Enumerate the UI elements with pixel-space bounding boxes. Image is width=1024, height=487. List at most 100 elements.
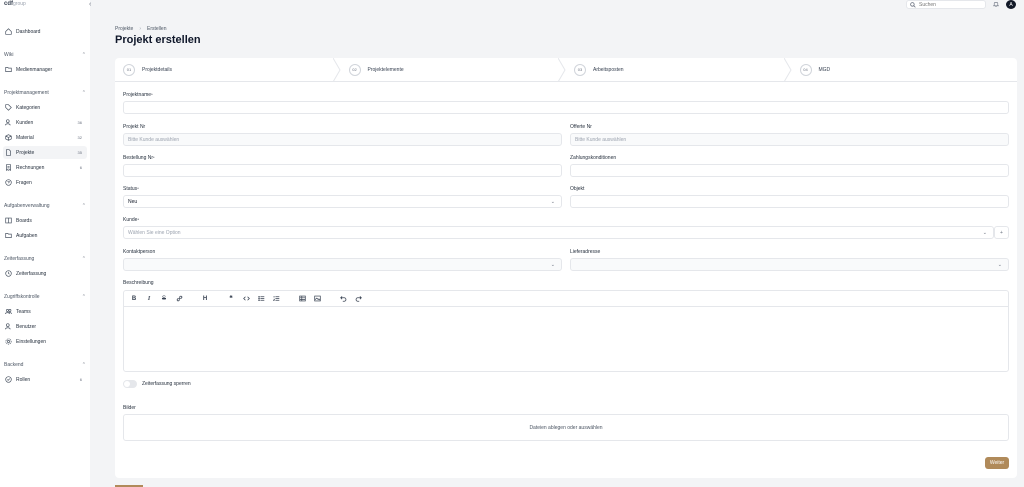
count-badge: 6 — [79, 165, 82, 170]
bell-icon[interactable] — [992, 0, 1000, 8]
zahlungskonditionen-field[interactable] — [570, 164, 1009, 177]
section-projektmanagement[interactable]: Projektmanagement ⌃ — [4, 89, 86, 97]
projektname-field[interactable] — [123, 101, 1009, 114]
kunde-label: Kunde* — [123, 217, 140, 223]
lieferadresse-label: Lieferadresse — [570, 249, 601, 255]
zahlungskonditionen-label: Zahlungskonditionen — [570, 155, 617, 161]
sidebar-item-rechnungen[interactable]: Rechnungen 6 — [3, 161, 87, 174]
quote-icon[interactable]: ❝ — [227, 295, 235, 303]
search-icon — [910, 1, 916, 8]
chevron-down-icon: ⌄ — [550, 199, 555, 205]
form-card: 01 Projektdetails 02 Projektelemente 03 … — [115, 58, 1017, 478]
next-button[interactable]: Weiter — [985, 457, 1009, 469]
sidebar-item-label: Teams — [16, 308, 31, 315]
step-divider-icon — [558, 58, 566, 82]
table-icon[interactable] — [298, 295, 306, 303]
image-icon[interactable] — [313, 295, 321, 303]
code-icon[interactable] — [242, 295, 250, 303]
chevron-up-icon: ⌃ — [81, 203, 86, 209]
section-aufgabenverwaltung[interactable]: Aufgabenverwaltung ⌃ — [4, 202, 86, 210]
sidebar-item-kategorien[interactable]: Kategorien — [3, 101, 87, 114]
sidebar-item-kunden[interactable]: Kunden 36 — [3, 116, 87, 129]
question-icon — [4, 178, 13, 187]
redo-icon[interactable] — [354, 295, 362, 303]
search-box[interactable] — [906, 0, 986, 9]
sidebar-item-rollen[interactable]: Rollen 6 — [3, 373, 87, 386]
kunde-select[interactable]: Wählen Sie eine Option ⌄ — [123, 226, 994, 239]
offerte-nr-field[interactable]: Bitte Kunde auswählen — [570, 133, 1009, 146]
board-icon — [4, 216, 13, 225]
chevron-up-icon: ⌃ — [81, 294, 86, 300]
sidebar-item-label: Einstellungen — [16, 338, 47, 345]
sidebar-item-projekte[interactable]: Projekte 35 — [3, 146, 87, 159]
heading-icon[interactable]: H — [201, 295, 209, 303]
sidebar-item-label: Material — [16, 134, 34, 141]
chevron-down-icon: ⌄ — [550, 262, 555, 268]
stepper: 01 Projektdetails 02 Projektelemente 03 … — [115, 58, 1017, 82]
sidebar-item-label: Boards — [16, 217, 32, 224]
undo-icon[interactable] — [339, 295, 347, 303]
sidebar-item-label: Medienmanager — [16, 66, 53, 73]
sidebar-item-material[interactable]: Material 32 — [3, 131, 87, 144]
plus-icon: + — [1000, 229, 1003, 236]
document-icon — [4, 148, 13, 157]
sidebar-item-teams[interactable]: Teams — [3, 305, 87, 318]
sidebar-item-label: Rollen — [16, 376, 31, 383]
bold-icon[interactable]: B — [130, 295, 138, 303]
cube-icon — [4, 133, 13, 142]
home-icon — [4, 27, 13, 36]
projekt-nr-label: Projekt Nr — [123, 124, 146, 130]
step-label: Projektdetails — [142, 66, 173, 73]
sidebar-item-dashboard[interactable]: Dashboard — [3, 25, 87, 38]
folder-icon — [4, 65, 13, 74]
sidebar-item-zeiterfassung[interactable]: Zeiterfassung — [3, 267, 87, 280]
beschreibung-editor[interactable] — [123, 306, 1009, 372]
breadcrumb-link-projekte[interactable]: Projekte — [115, 26, 133, 32]
step-label: MGD — [818, 66, 831, 73]
step-number: 01 — [123, 63, 135, 76]
step-4[interactable]: 04 MGD — [792, 58, 1018, 81]
zeiterfassung-sperren-toggle[interactable] — [123, 380, 137, 388]
search-input[interactable] — [919, 1, 979, 8]
strikethrough-icon[interactable]: S — [160, 295, 168, 303]
step-number: 04 — [799, 63, 812, 76]
section-backend[interactable]: Backend ⌃ — [4, 361, 86, 369]
beschreibung-label: Beschreibung — [123, 280, 154, 286]
sidebar-item-einstellungen[interactable]: Einstellungen — [3, 335, 87, 348]
lieferadresse-select[interactable]: ⌄ — [570, 258, 1009, 271]
sidebar-item-aufgaben[interactable]: Aufgaben — [3, 229, 87, 242]
chevron-up-icon: ⌃ — [81, 362, 86, 368]
section-zeiterfassung[interactable]: Zeiterfassung ⌃ — [4, 255, 86, 263]
italic-icon[interactable]: I — [145, 295, 153, 303]
file-dropzone[interactable]: Dateien ablegen oder auswählen — [123, 414, 1009, 441]
projekt-nr-field[interactable]: Bitte Kunde auswählen — [123, 133, 562, 146]
bullet-list-icon[interactable] — [257, 295, 265, 303]
chevron-up-icon: ⌃ — [81, 256, 86, 262]
objekt-field[interactable] — [570, 195, 1009, 208]
sidebar-item-medienmanager[interactable]: Medienmanager — [3, 63, 87, 76]
sidebar-item-fragen[interactable]: Fragen — [3, 176, 87, 189]
step-number: 03 — [574, 63, 586, 76]
count-badge: 32 — [77, 135, 82, 140]
link-icon[interactable] — [175, 295, 183, 303]
step-1[interactable]: 01 Projektdetails — [115, 58, 341, 82]
bestellung-nr-field[interactable] — [123, 164, 562, 177]
logo[interactable]: cdfgroup — [4, 1, 26, 7]
sidebar-item-benutzer[interactable]: Benutzer — [3, 320, 87, 333]
step-2[interactable]: 02 Projektelemente — [341, 58, 567, 82]
collapse-sidebar-icon[interactable]: ‹ — [89, 1, 91, 8]
step-3[interactable]: 03 Arbeitsposten — [566, 58, 792, 82]
section-zugriffskontrolle[interactable]: Zugriffskontrolle ⌃ — [4, 293, 86, 301]
sidebar-item-boards[interactable]: Boards — [3, 214, 87, 227]
status-select[interactable]: Neu ⌄ — [123, 195, 562, 208]
add-kunde-button[interactable]: + — [994, 226, 1009, 239]
sidebar-item-label: Rechnungen — [16, 164, 45, 171]
bestellung-nr-label: Bestellung Nr* — [123, 155, 155, 161]
chevron-up-icon: ⌃ — [81, 90, 86, 96]
avatar[interactable]: A — [1006, 0, 1016, 9]
step-number: 02 — [348, 63, 361, 76]
ordered-list-icon[interactable] — [272, 295, 280, 303]
chevron-right-icon: › — [139, 26, 142, 32]
kontaktperson-select[interactable]: ⌄ — [123, 258, 562, 271]
section-wiki[interactable]: Wiki ⌃ — [4, 51, 86, 59]
